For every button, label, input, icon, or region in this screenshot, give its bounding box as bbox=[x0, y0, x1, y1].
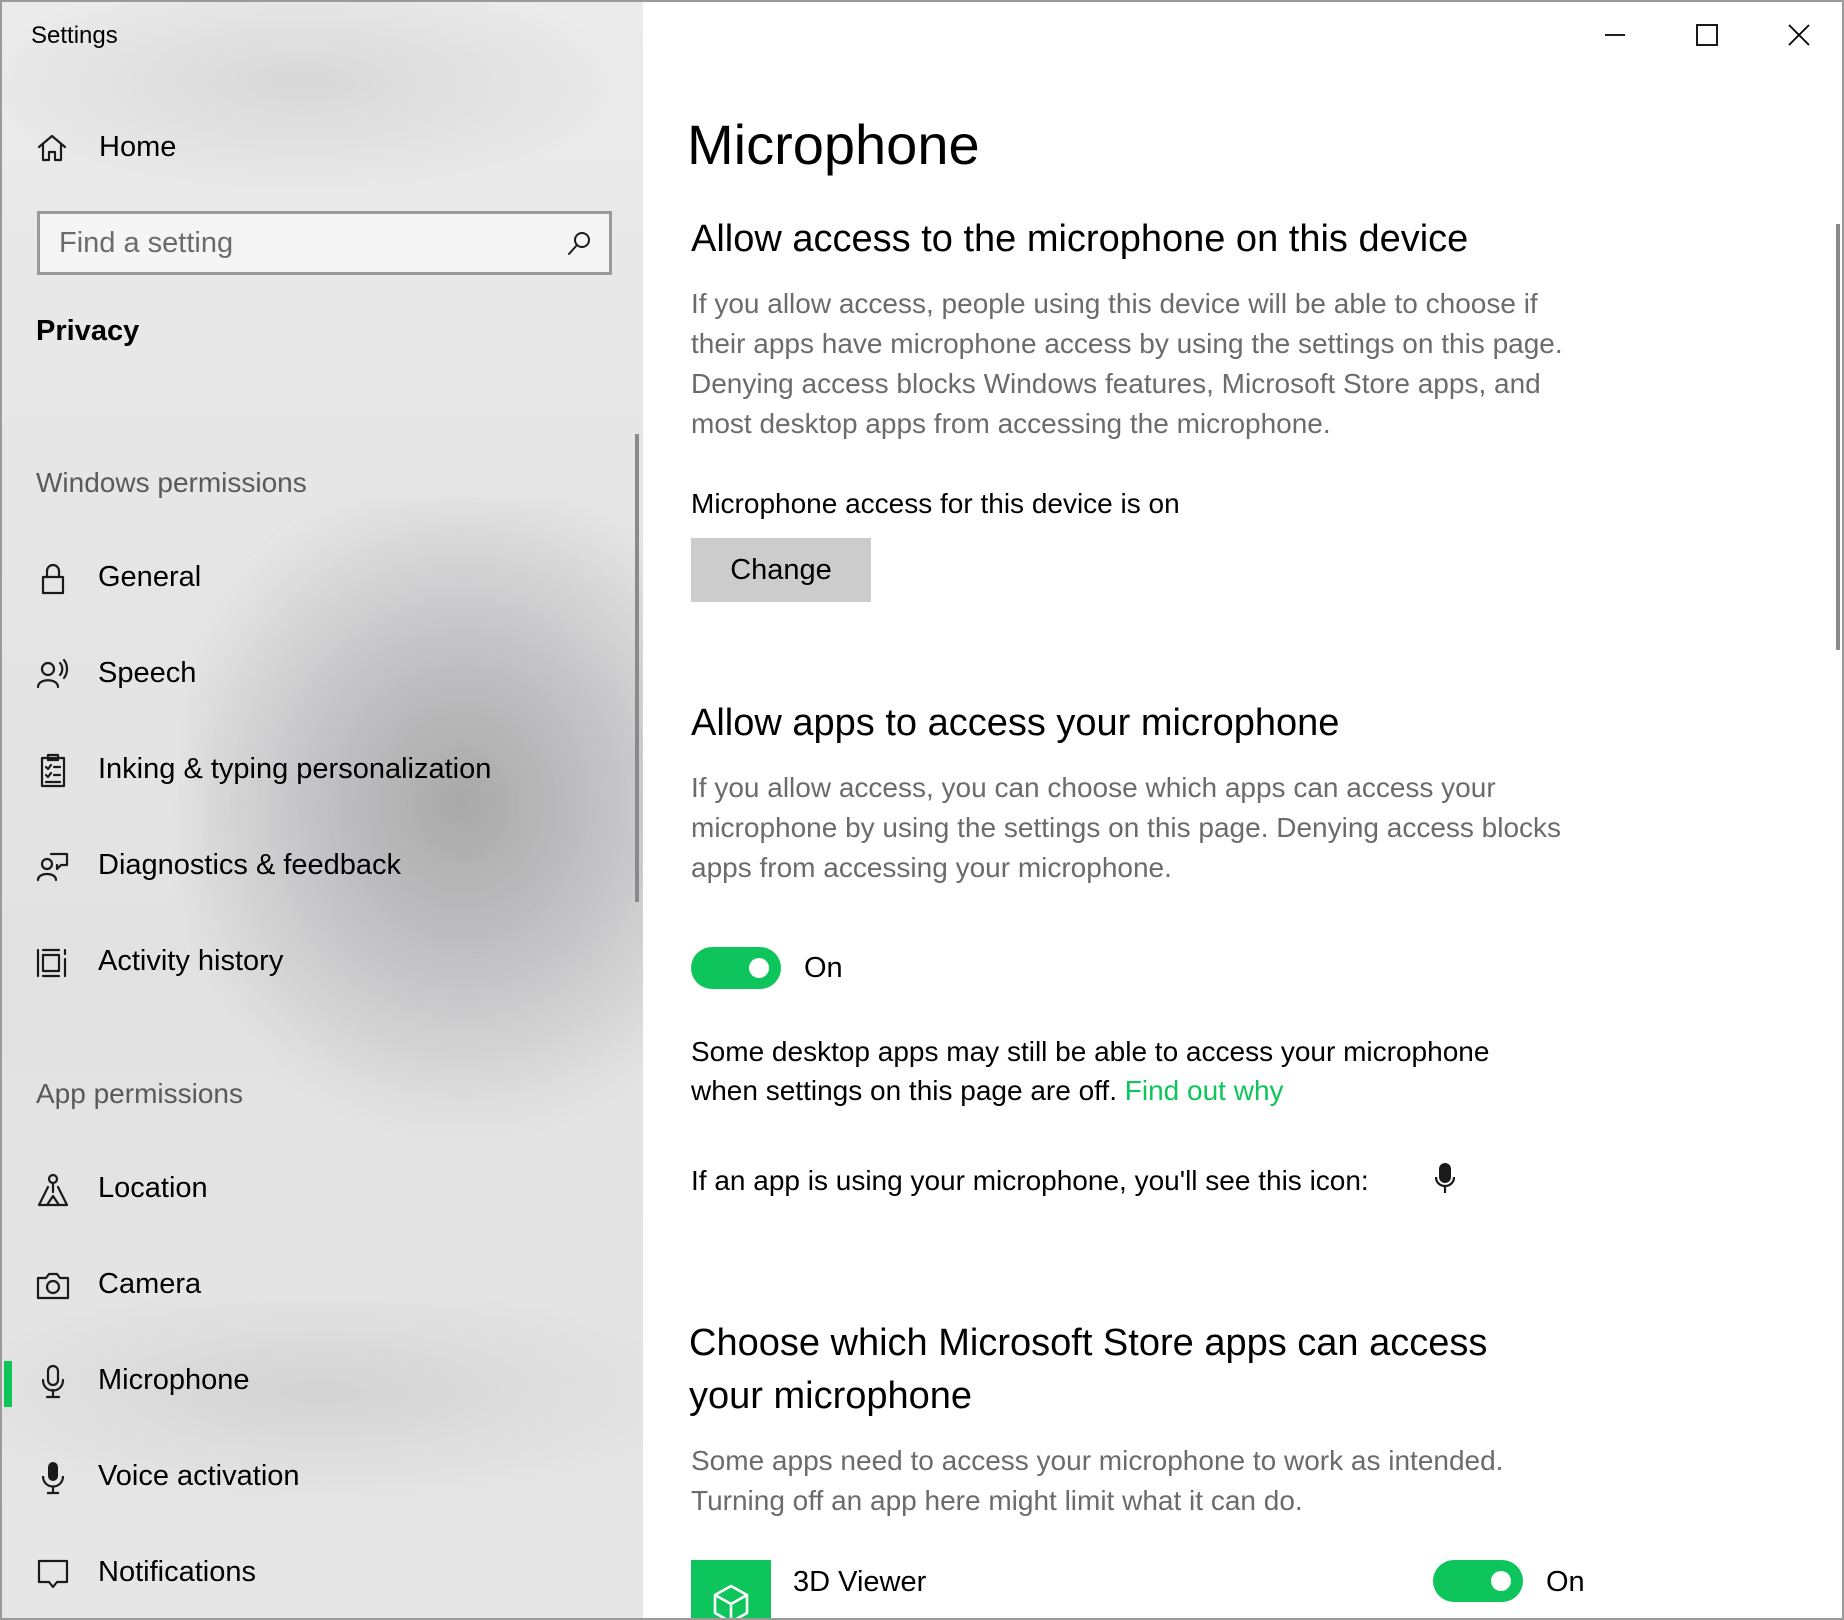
voice-activation-icon bbox=[36, 1460, 70, 1496]
mic-icon-note: If an app is using your microphone, you'… bbox=[691, 1165, 1369, 1196]
find-out-why-link[interactable]: Find out why bbox=[1125, 1075, 1284, 1106]
sidebar-item-general[interactable]: General bbox=[2, 537, 643, 621]
inking-icon bbox=[36, 753, 70, 789]
sidebar-item-label: Diagnostics & feedback bbox=[98, 849, 402, 881]
desktop-apps-note-line1: Some desktop apps may still be able to a… bbox=[691, 1036, 1490, 1067]
sidebar-item-label: General bbox=[98, 561, 202, 593]
feedback-icon bbox=[36, 849, 70, 885]
device-access-description: If you allow access, people using this d… bbox=[691, 288, 1563, 439]
sidebar-item-label: Voice activation bbox=[98, 1460, 300, 1492]
sidebar: Settings Home Privacy Windows permission… bbox=[2, 2, 643, 1618]
sidebar-item-label: Notifications bbox=[98, 1556, 256, 1588]
maximize-button[interactable] bbox=[1660, 2, 1752, 68]
sidebar-item-voice-activation[interactable]: Voice activation bbox=[2, 1436, 643, 1520]
sidebar-item-inking-typing[interactable]: Inking & typing personalization bbox=[2, 729, 643, 813]
apps-access-description: If you allow access, you can choose whic… bbox=[691, 772, 1562, 883]
microphone-in-use-icon bbox=[1433, 1161, 1457, 1195]
sidebar-section-title: Privacy bbox=[36, 315, 140, 347]
maximize-icon bbox=[1696, 24, 1718, 46]
sidebar-item-label: Home bbox=[99, 131, 177, 163]
minimize-icon bbox=[1605, 34, 1625, 36]
sidebar-item-activity-history[interactable]: Activity history bbox=[2, 921, 643, 1005]
sidebar-item-notifications[interactable]: Notifications bbox=[2, 1532, 643, 1616]
app-title: Settings bbox=[31, 22, 118, 49]
main-content: Microphone Allow access to the microphon… bbox=[643, 2, 1842, 1618]
apps-access-toggle-label: On bbox=[804, 952, 843, 984]
activity-history-icon bbox=[36, 945, 70, 981]
app-name: 3D Viewer bbox=[793, 1566, 927, 1598]
search-input[interactable] bbox=[59, 222, 549, 264]
app-access-toggle[interactable] bbox=[1433, 1560, 1523, 1602]
store-apps-heading-line1: Choose which Microsoft Store apps can ac… bbox=[689, 1322, 1488, 1364]
apps-access-heading: Allow apps to access your microphone bbox=[691, 702, 1340, 744]
speech-icon bbox=[36, 657, 70, 693]
sidebar-item-diagnostics-feedback[interactable]: Diagnostics & feedback bbox=[2, 825, 643, 909]
group-header-app-permissions: App permissions bbox=[36, 1078, 243, 1109]
apps-access-toggle[interactable] bbox=[691, 947, 781, 989]
sidebar-item-camera[interactable]: Camera bbox=[2, 1244, 643, 1328]
sidebar-item-speech[interactable]: Speech bbox=[2, 633, 643, 717]
desktop-apps-note-line2: when settings on this page are off. Find… bbox=[691, 1071, 1284, 1111]
settings-window: Settings Home Privacy Windows permission… bbox=[0, 0, 1844, 1620]
lock-icon bbox=[36, 561, 70, 597]
3d-viewer-icon bbox=[691, 1560, 771, 1618]
location-icon bbox=[36, 1172, 70, 1208]
sidebar-item-microphone[interactable]: Microphone bbox=[2, 1340, 643, 1424]
app-access-toggle-label: On bbox=[1546, 1566, 1585, 1598]
sidebar-item-label: Microphone bbox=[98, 1364, 250, 1396]
home-icon bbox=[36, 132, 68, 164]
desktop-apps-note-text: when settings on this page are off. bbox=[691, 1075, 1117, 1106]
selected-indicator bbox=[4, 1361, 12, 1407]
device-access-status: Microphone access for this device is on bbox=[691, 488, 1180, 519]
sidebar-item-label: Camera bbox=[98, 1268, 202, 1300]
sidebar-item-label: Location bbox=[98, 1172, 208, 1204]
sidebar-item-label: Inking & typing personalization bbox=[98, 753, 492, 785]
microphone-icon bbox=[36, 1364, 70, 1400]
minimize-button[interactable] bbox=[1568, 2, 1660, 68]
store-apps-description: Some apps need to access your microphone… bbox=[691, 1445, 1504, 1516]
toggle-knob bbox=[749, 958, 769, 978]
sidebar-item-label: Speech bbox=[98, 657, 197, 689]
sidebar-item-location[interactable]: Location bbox=[2, 1148, 643, 1232]
close-icon bbox=[1788, 24, 1810, 46]
app-permission-row: 3D Viewer On bbox=[691, 1560, 1691, 1618]
sidebar-item-label: Activity history bbox=[98, 945, 284, 977]
camera-icon bbox=[36, 1268, 70, 1304]
store-apps-heading-line2: your microphone bbox=[689, 1375, 973, 1417]
change-button[interactable]: Change bbox=[691, 538, 871, 602]
close-button[interactable] bbox=[1752, 2, 1842, 68]
notifications-icon bbox=[36, 1556, 70, 1592]
device-access-heading: Allow access to the microphone on this d… bbox=[691, 218, 1469, 260]
search-icon[interactable] bbox=[564, 229, 594, 259]
page-title: Microphone bbox=[687, 113, 980, 176]
main-scrollbar[interactable] bbox=[1836, 224, 1840, 650]
group-header-windows-permissions: Windows permissions bbox=[36, 467, 307, 498]
toggle-knob bbox=[1491, 1571, 1511, 1591]
search-field[interactable] bbox=[37, 211, 612, 275]
sidebar-item-home[interactable]: Home bbox=[2, 120, 643, 178]
